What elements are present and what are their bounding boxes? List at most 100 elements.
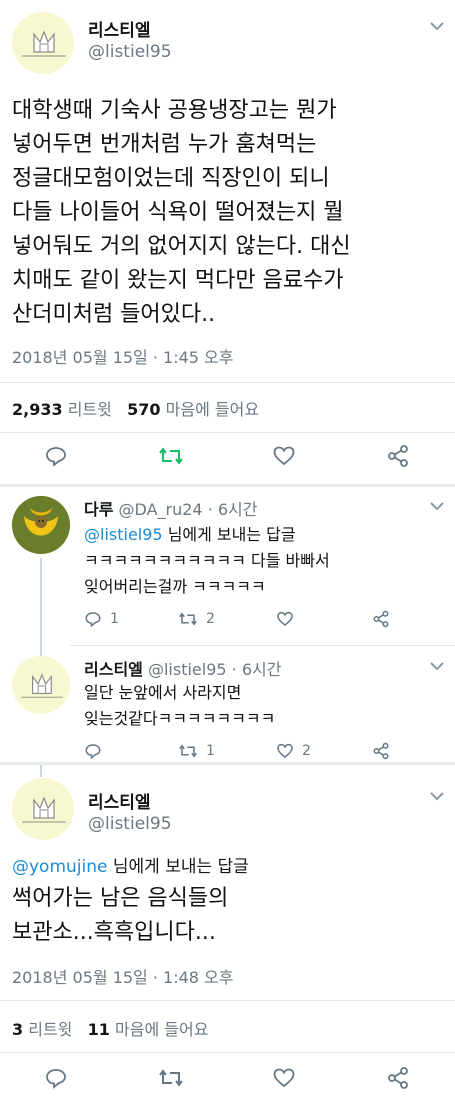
divider (0, 1052, 455, 1053)
reply-line: 잊는것같다ㅋㅋㅋㅋㅋㅋㅋㅋ (84, 709, 276, 728)
retweet-count: 2 (206, 611, 215, 627)
chevron-down-icon[interactable] (428, 790, 446, 802)
author-name[interactable]: 리스티엘 (88, 788, 151, 813)
retweet-count[interactable]: 2,933 (12, 400, 63, 419)
divider (0, 762, 455, 765)
reply-header: 리스티엘 @listiel95 · 6시간 (84, 656, 281, 680)
author-handle[interactable]: @DA_ru24 (119, 500, 203, 519)
reply-icon (46, 447, 66, 467)
reply-to-line: @yomujine 님에게 보내는 답글 (12, 852, 249, 877)
retweet-count: 1 (206, 743, 215, 759)
retweet-button[interactable] (158, 444, 184, 468)
chevron-down-icon[interactable] (428, 20, 446, 32)
reply-time[interactable]: · 6시간 (232, 660, 282, 679)
divider (70, 645, 455, 646)
reply-text: 일단 눈앞에서 사라지면 잊는것같다ㅋㅋㅋㅋㅋㅋㅋㅋ (84, 680, 275, 732)
reply-to-label: 님에게 보내는 답글 (112, 857, 249, 877)
chevron-down-icon[interactable] (428, 660, 446, 672)
retweet-button[interactable]: 2 (178, 610, 215, 628)
like-count[interactable]: 11 (88, 1020, 110, 1039)
retweet-label[interactable]: 리트윗 (28, 1020, 72, 1039)
share-icon (373, 742, 389, 760)
thread-line (40, 765, 42, 777)
reply-header: 다루 @DA_ru24 · 6시간 (84, 496, 258, 520)
avatar[interactable] (12, 778, 74, 840)
author-name[interactable]: 리스티엘 (88, 16, 151, 41)
reply-text: ㅋㅋㅋㅋㅋㅋㅋㅋㅋㅋㅋ 다들 바빠서 잊어버리는걸까 ㅋㅋㅋㅋㅋ (84, 548, 330, 600)
reply-time[interactable]: · 6시간 (208, 500, 258, 519)
like-count[interactable]: 570 (127, 400, 160, 419)
tweet-line: 치매도 같이 왔는지 먹다만 음료수가 (12, 268, 344, 293)
retweet-button[interactable]: 1 (178, 742, 215, 760)
mention-link[interactable]: @yomujine (12, 857, 107, 877)
reply-to-label: 님에게 보내는 답글 (167, 525, 296, 544)
reply-icon (85, 744, 101, 760)
engagement-stats: 2,933 리트윗 570 마음에 들어요 (12, 396, 259, 420)
retweet-button[interactable] (158, 1066, 184, 1090)
retweet-icon (179, 744, 197, 758)
like-icon (277, 743, 293, 758)
share-button[interactable] (372, 610, 390, 628)
reply-to-line: @listiel95 님에게 보내는 답글 (84, 522, 296, 548)
tweet-line: 대학생때 기숙사 공용냉장고는 뭔가 (12, 98, 337, 123)
avatar[interactable] (12, 656, 70, 714)
like-icon (277, 611, 293, 626)
author-handle[interactable]: @listiel95 (148, 660, 227, 679)
divider (0, 432, 455, 433)
timestamp[interactable]: 2018년 05월 15일 · 1:45 오후 (12, 344, 233, 368)
tweet-line: 썩어가는 남은 음식들의 (12, 886, 229, 911)
thread-line (40, 558, 42, 658)
mention-link[interactable]: @listiel95 (84, 525, 163, 544)
reply-icon (85, 612, 101, 628)
retweet-icon (159, 1069, 183, 1087)
like-icon (273, 1068, 295, 1088)
share-button[interactable] (372, 742, 390, 760)
tweet-text: 썩어가는 남은 음식들의 보관소...흑흑입니다... (12, 882, 448, 950)
retweet-icon (179, 612, 197, 626)
timestamp[interactable]: 2018년 05월 15일 · 1:48 오후 (12, 964, 233, 988)
tweet-line: 정글대모험이었는데 직장인이 되니 (12, 166, 330, 191)
reply-icon (46, 1069, 66, 1089)
tweet-line: 산더미처럼 들어있다.. (12, 302, 216, 327)
reply-line: 일단 눈앞에서 사라지면 (84, 683, 242, 702)
reply-button[interactable] (84, 742, 102, 760)
like-button[interactable]: 2 (276, 742, 311, 760)
share-icon (388, 445, 408, 467)
author-handle[interactable]: @listiel95 (88, 814, 172, 834)
reply-button[interactable] (44, 1066, 68, 1090)
like-count: 2 (302, 743, 311, 759)
tweet-line: 넣어두면 번개처럼 누가 훔쳐먹는 (12, 132, 317, 157)
tweet-text: 대학생때 기숙사 공용냉장고는 뭔가 넣어두면 번개처럼 누가 훔쳐먹는 정글대… (12, 94, 448, 332)
like-button[interactable] (272, 1066, 296, 1090)
reply-button[interactable] (44, 444, 68, 468)
like-label[interactable]: 마음에 들어요 (115, 1020, 208, 1039)
retweet-icon (159, 447, 183, 465)
reply-count: 1 (110, 611, 119, 627)
share-icon (388, 1067, 408, 1089)
share-button[interactable] (386, 444, 410, 468)
reply-line: ㅋㅋㅋㅋㅋㅋㅋㅋㅋㅋㅋ 다들 바빠서 (84, 551, 330, 570)
tweet-line: 넣어둬도 거의 없어지지 않는다. 대신 (12, 234, 351, 259)
like-button[interactable] (272, 444, 296, 468)
retweet-label[interactable]: 리트윗 (68, 400, 112, 419)
like-button[interactable] (276, 610, 294, 628)
divider (0, 382, 455, 383)
author-name[interactable]: 다루 (84, 500, 113, 519)
like-icon (273, 446, 295, 466)
share-button[interactable] (386, 1066, 410, 1090)
tweet-line: 다들 나이들어 식욕이 떨어졌는지 뭘 (12, 200, 344, 225)
divider (0, 484, 455, 487)
avatar[interactable] (12, 12, 74, 74)
reply-line: 잊어버리는걸까 ㅋㅋㅋㅋㅋ (84, 577, 266, 596)
author-handle[interactable]: @listiel95 (88, 42, 172, 62)
reply-button[interactable]: 1 (84, 610, 119, 628)
author-name[interactable]: 리스티엘 (84, 660, 143, 679)
divider (0, 1000, 455, 1001)
engagement-stats: 3 리트윗 11 마음에 들어요 (12, 1016, 208, 1040)
share-icon (373, 610, 389, 628)
retweet-count[interactable]: 3 (12, 1020, 23, 1039)
tweet-line: 보관소...흑흑입니다... (12, 920, 216, 945)
chevron-down-icon[interactable] (428, 500, 446, 512)
like-label[interactable]: 마음에 들어요 (166, 400, 259, 419)
avatar[interactable] (12, 496, 70, 554)
